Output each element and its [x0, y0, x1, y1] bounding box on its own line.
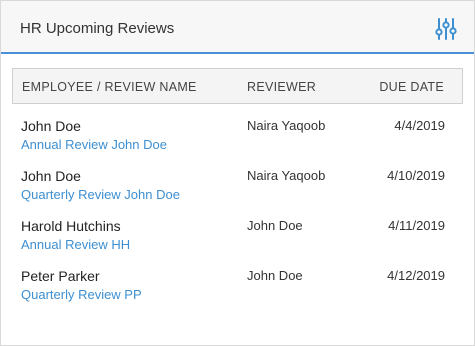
due-date: 4/10/2019: [387, 168, 445, 183]
table-row: John Doe Annual Review John Doe Naira Ya…: [1, 118, 474, 164]
hr-upcoming-reviews-widget: HR Upcoming Reviews EMPLOYEE / REVIEW NA…: [0, 0, 475, 346]
review-link[interactable]: Annual Review HH: [21, 237, 130, 252]
employee-name: Harold Hutchins: [21, 218, 121, 234]
table-header: EMPLOYEE / REVIEW NAME REVIEWER DUE DATE: [12, 68, 463, 104]
column-header-due-date: DUE DATE: [379, 80, 444, 94]
employee-name: John Doe: [21, 168, 81, 184]
employee-name: Peter Parker: [21, 268, 100, 284]
reviewer-name: Naira Yaqoob: [247, 168, 326, 183]
reviewer-name: Naira Yaqoob: [247, 118, 326, 133]
widget-header: HR Upcoming Reviews: [1, 1, 474, 54]
settings-button[interactable]: [434, 17, 458, 41]
table-row: Peter Parker Quarterly Review PP John Do…: [1, 268, 474, 314]
review-link[interactable]: Quarterly Review PP: [21, 287, 142, 302]
due-date: 4/12/2019: [387, 268, 445, 283]
employee-name: John Doe: [21, 118, 81, 134]
table-row: John Doe Quarterly Review John Doe Naira…: [1, 168, 474, 214]
review-link[interactable]: Quarterly Review John Doe: [21, 187, 180, 202]
due-date: 4/11/2019: [388, 218, 445, 233]
column-header-reviewer: REVIEWER: [247, 80, 317, 94]
table-row: Harold Hutchins Annual Review HH John Do…: [1, 218, 474, 264]
column-header-employee: EMPLOYEE / REVIEW NAME: [22, 80, 197, 94]
reviewer-name: John Doe: [247, 218, 303, 233]
widget-title: HR Upcoming Reviews: [20, 20, 175, 37]
review-link[interactable]: Annual Review John Doe: [21, 137, 167, 152]
sliders-icon: [435, 18, 457, 40]
due-date: 4/4/2019: [394, 118, 445, 133]
reviewer-name: John Doe: [247, 268, 303, 283]
